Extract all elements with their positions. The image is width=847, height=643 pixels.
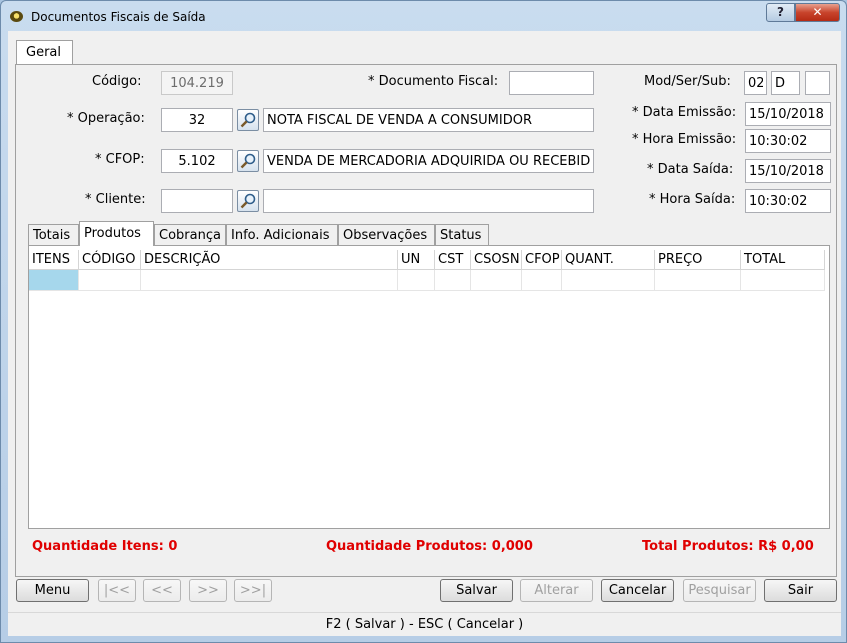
codigo-field[interactable] <box>161 71 233 95</box>
data-emissao-field[interactable] <box>745 102 831 126</box>
status-bar: F2 ( Salvar ) - ESC ( Cancelar ) <box>8 612 841 636</box>
cfop-description-field[interactable] <box>263 149 594 173</box>
grid-cell[interactable] <box>141 270 398 291</box>
operacao-code-field[interactable] <box>161 108 233 132</box>
grid-cell[interactable] <box>741 270 825 291</box>
produtos-panel: ITENS CÓDIGO DESCRIÇÃO UN CST CSOSN CFOP… <box>28 245 830 529</box>
grid-header-cst[interactable]: CST <box>435 250 471 270</box>
main-window: Documentos Fiscais de Saída ? ✕ Geral Có… <box>0 0 847 643</box>
grid-header-cfop[interactable]: CFOP <box>522 250 562 270</box>
previous-record-button[interactable]: << <box>143 579 181 602</box>
next-record-button[interactable]: >> <box>189 579 227 602</box>
operacao-description-field[interactable] <box>263 108 594 132</box>
cliente-code-field[interactable] <box>161 189 233 213</box>
hora-saida-field[interactable] <box>745 189 831 213</box>
cliente-lookup-button[interactable] <box>237 190 259 212</box>
menu-button[interactable]: Menu <box>16 579 89 602</box>
cfop-code-field[interactable] <box>161 149 233 173</box>
grid-header-csosn[interactable]: CSOSN <box>471 250 522 270</box>
last-record-button[interactable]: >>| <box>234 579 272 602</box>
grid-cell[interactable] <box>522 270 562 291</box>
hora-emissao-label: * Hora Emissão: <box>632 132 737 147</box>
hora-emissao-field[interactable] <box>745 129 831 153</box>
grid-cell[interactable] <box>29 270 79 291</box>
operacao-label: * Operação: <box>67 111 145 126</box>
client-area: Geral Código: * Documento Fiscal: Mod/Se… <box>8 31 841 636</box>
tab-produtos[interactable]: Produtos <box>79 221 154 246</box>
tab-cobranca[interactable]: Cobrança <box>154 224 226 246</box>
grid-cell[interactable] <box>79 270 141 291</box>
grid-cell[interactable] <box>435 270 471 291</box>
search-icon <box>240 112 256 128</box>
pesquisar-button[interactable]: Pesquisar <box>683 579 756 602</box>
ser-field[interactable] <box>771 71 800 95</box>
data-saida-field[interactable] <box>745 159 831 183</box>
alterar-button[interactable]: Alterar <box>520 579 593 602</box>
title-bar[interactable]: Documentos Fiscais de Saída ? ✕ <box>1 1 846 33</box>
grid-header-un[interactable]: UN <box>398 250 435 270</box>
tab-totais[interactable]: Totais <box>28 224 79 246</box>
close-button[interactable]: ✕ <box>795 3 840 22</box>
sair-button[interactable]: Sair <box>764 579 837 602</box>
first-record-button[interactable]: |<< <box>98 579 136 602</box>
cliente-label: * Cliente: <box>85 192 146 207</box>
tab-info-adicionais[interactable]: Info. Adicionais <box>226 224 338 246</box>
hora-saida-label: * Hora Saída: <box>649 192 736 207</box>
grid-header-itens[interactable]: ITENS <box>29 250 79 270</box>
grid-cell[interactable] <box>398 270 435 291</box>
salvar-button[interactable]: Salvar <box>440 579 513 602</box>
search-icon <box>240 193 256 209</box>
quantidade-produtos-label: Quantidade Produtos: 0,000 <box>326 539 533 554</box>
codigo-label: Código: <box>92 74 142 89</box>
app-icon <box>10 11 23 22</box>
search-icon <box>240 153 256 169</box>
tab-status[interactable]: Status <box>435 224 489 246</box>
documento-fiscal-label: * Documento Fiscal: <box>368 74 499 89</box>
grid-header-descricao[interactable]: DESCRIÇÃO <box>141 250 398 270</box>
grid-header-codigo[interactable]: CÓDIGO <box>79 250 141 270</box>
tab-geral[interactable]: Geral <box>16 40 73 65</box>
data-saida-label: * Data Saída: <box>647 162 734 177</box>
data-emissao-label: * Data Emissão: <box>632 105 737 120</box>
mod-field[interactable] <box>744 71 767 95</box>
grid-cell[interactable] <box>562 270 655 291</box>
mod-ser-sub-label: Mod/Ser/Sub: <box>644 74 731 89</box>
grid-header-total[interactable]: TOTAL <box>741 250 825 270</box>
documento-fiscal-field[interactable] <box>509 71 594 95</box>
produtos-grid[interactable]: ITENS CÓDIGO DESCRIÇÃO UN CST CSOSN CFOP… <box>29 250 825 296</box>
cliente-description-field[interactable] <box>263 189 594 213</box>
grid-cell[interactable] <box>655 270 741 291</box>
help-button[interactable]: ? <box>766 3 795 22</box>
cfop-lookup-button[interactable] <box>237 150 259 172</box>
cancelar-button[interactable]: Cancelar <box>601 579 674 602</box>
sub-field[interactable] <box>805 71 830 95</box>
quantidade-itens-label: Quantidade Itens: 0 <box>32 539 178 554</box>
grid-header-preco[interactable]: PREÇO <box>655 250 741 270</box>
grid-header-quant[interactable]: QUANT. <box>562 250 655 270</box>
grid-cell[interactable] <box>471 270 522 291</box>
window-title: Documentos Fiscais de Saída <box>31 10 206 24</box>
tab-observacoes[interactable]: Observações <box>338 224 435 246</box>
operacao-lookup-button[interactable] <box>237 109 259 131</box>
cfop-label: * CFOP: <box>95 152 145 167</box>
total-produtos-label: Total Produtos: R$ 0,00 <box>642 539 814 554</box>
